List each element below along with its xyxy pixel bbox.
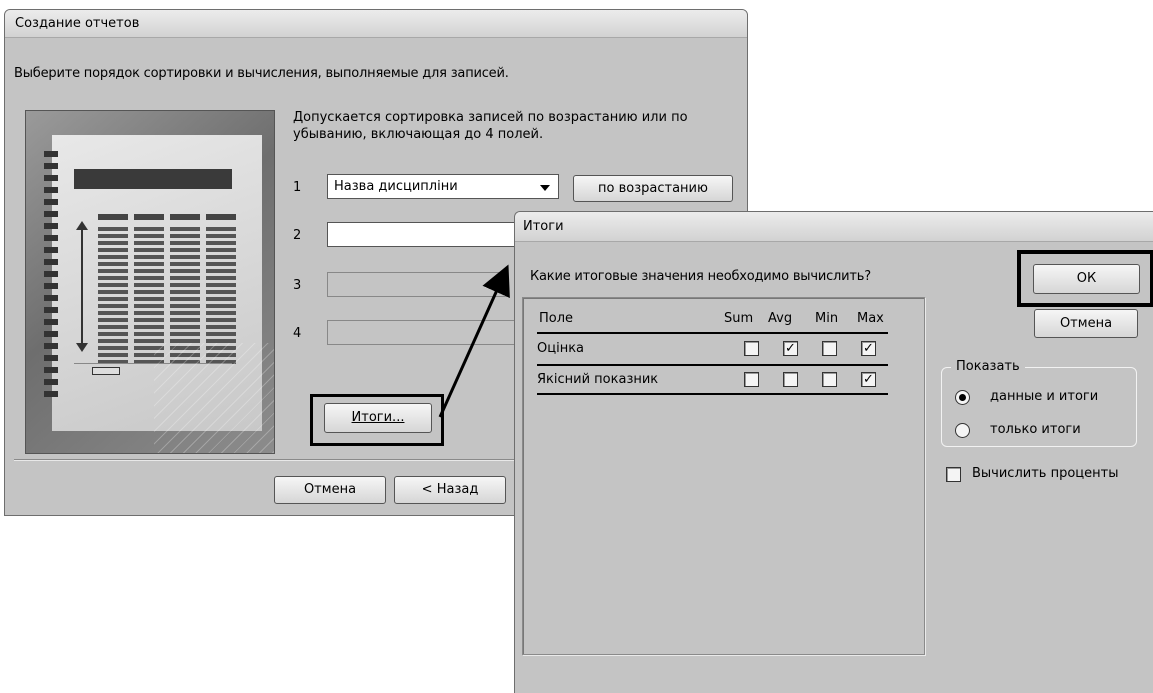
callout-arrow	[438, 264, 510, 418]
